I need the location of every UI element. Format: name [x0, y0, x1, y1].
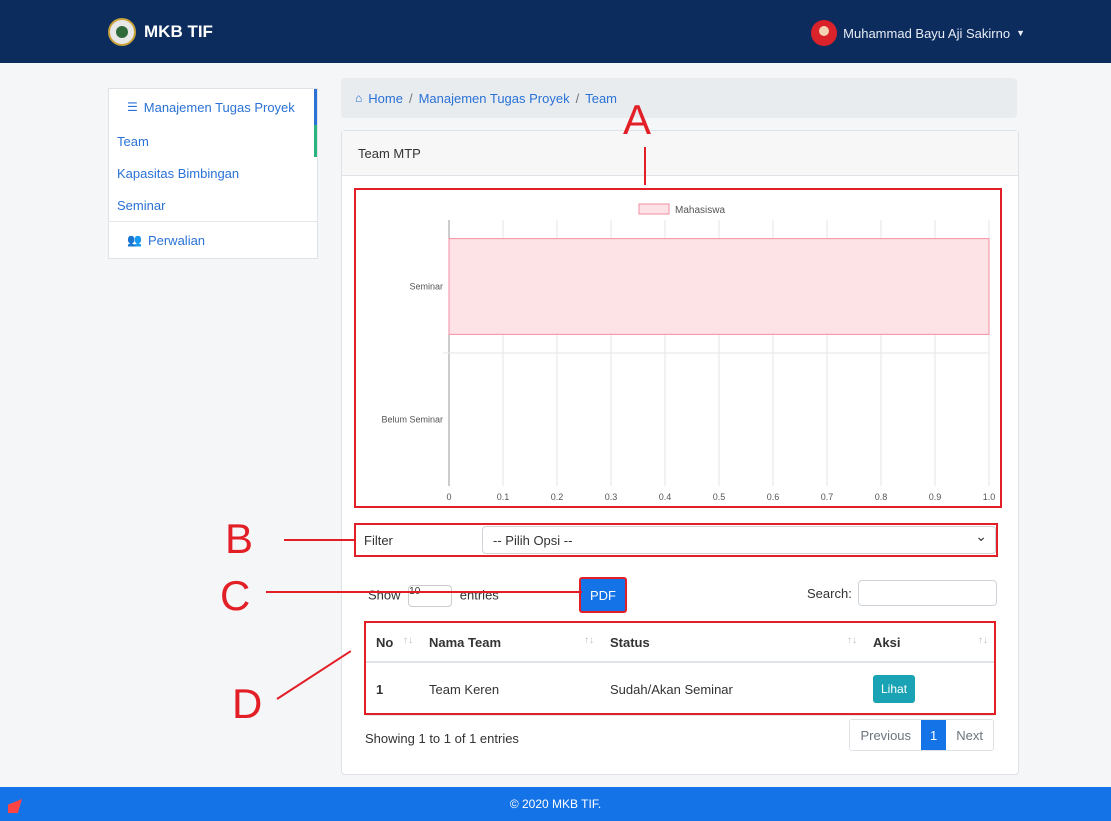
breadcrumb-home[interactable]: Home: [368, 91, 403, 106]
sidebar-item-team[interactable]: Team: [109, 125, 317, 157]
users-icon: 👥: [127, 233, 142, 247]
breadcrumb-separator: /: [575, 90, 580, 106]
x-tick-label: 0.8: [875, 492, 888, 502]
sidebar-item-label: Team: [117, 133, 149, 149]
filter-select[interactable]: -- Pilih Opsi --: [482, 526, 996, 554]
brand[interactable]: MKB TIF: [108, 18, 213, 46]
cell-aksi: Lihat: [863, 662, 994, 716]
entries-select[interactable]: 10: [408, 585, 453, 607]
cell-no: 1: [366, 662, 419, 716]
header-no[interactable]: No ↑↓: [366, 623, 419, 663]
sidebar: ☰ Manajemen Tugas Proyek Team Kapasitas …: [108, 88, 318, 259]
sidebar-item-kapasitas[interactable]: Kapasitas Bimbingan: [109, 157, 317, 189]
top-navbar: MKB TIF Muhammad Bayu Aji Sakirno ▼: [0, 0, 1111, 63]
search-box: Search:: [807, 580, 997, 606]
search-input[interactable]: [857, 580, 997, 606]
sidebar-item-seminar[interactable]: Seminar: [109, 189, 317, 221]
user-menu[interactable]: Muhammad Bayu Aji Sakirno ▼: [811, 20, 1025, 46]
show-prefix: Show: [368, 587, 401, 603]
lihat-button[interactable]: Lihat: [873, 675, 916, 703]
x-tick-label: 0.7: [821, 492, 834, 502]
user-name: Muhammad Bayu Aji Sakirno: [843, 25, 1011, 41]
university-logo-icon: [108, 18, 136, 46]
table-header-row: No ↑↓ Nama Team ↑↓ Status ↑↓ Aksi ↑↓: [366, 623, 994, 663]
annotation-b: B: [225, 515, 254, 562]
breadcrumb: ⌂ Home / Manajemen Tugas Proyek / Team: [341, 78, 1017, 118]
annotation-line-c: [266, 591, 582, 593]
header-status[interactable]: Status ↑↓: [600, 623, 863, 663]
filter-label: Filter: [364, 532, 393, 548]
search-label: Search:: [807, 585, 852, 601]
user-avatar: [811, 20, 838, 46]
annotation-line-a: [644, 147, 646, 185]
header-label: Status: [610, 634, 650, 650]
brand-title: MKB TIF: [144, 22, 213, 41]
cell-nama-team: Team Keren: [419, 662, 600, 716]
sidebar-section-manajemen[interactable]: ☰ Manajemen Tugas Proyek: [109, 89, 317, 125]
x-tick-label: 0.1: [497, 492, 510, 502]
footer: © 2020 MKB TIF.: [0, 787, 1111, 821]
y-tick-label: Seminar: [409, 282, 443, 292]
chevron-down-icon: ▼: [1016, 28, 1025, 38]
footer-logo-icon: [8, 799, 22, 813]
sidebar-submenu: Team Kapasitas Bimbingan Seminar: [109, 125, 317, 221]
breadcrumb-manajemen[interactable]: Manajemen Tugas Proyek: [419, 91, 570, 106]
x-tick-label: 0.3: [605, 492, 618, 502]
x-tick-label: 0.9: [929, 492, 942, 502]
pagination-next[interactable]: Next: [946, 720, 993, 750]
x-tick-label: 0.6: [767, 492, 780, 502]
team-table: No ↑↓ Nama Team ↑↓ Status ↑↓ Aksi ↑↓ 1 Team …: [364, 621, 996, 716]
sort-icon: ↑↓: [847, 634, 857, 646]
header-label: Aksi: [873, 634, 901, 650]
annotation-a: A: [623, 96, 652, 143]
pagination: Previous 1 Next: [849, 719, 994, 751]
y-tick-label: Belum Seminar: [381, 415, 443, 425]
header-aksi[interactable]: Aksi ↑↓: [863, 623, 994, 663]
card-title: Team MTP: [342, 131, 1018, 176]
pagination-previous[interactable]: Previous: [850, 720, 922, 750]
annotation-d: D: [232, 680, 263, 727]
pdf-button[interactable]: PDF: [579, 577, 627, 613]
legend-swatch: [638, 203, 670, 215]
filter-row: Filter -- Pilih Opsi --: [354, 523, 998, 557]
entries-length: Show 10 entries: [368, 585, 499, 607]
x-tick-label: 0: [446, 492, 451, 502]
x-tick-label: 0.5: [713, 492, 726, 502]
tasks-icon: ☰: [127, 100, 138, 114]
x-tick-label: 0.4: [659, 492, 672, 502]
team-chart: Mahasiswa 0 0.1 0.2 0.3 0.4 0.5 0.6 0.7 0.8 0.9 1.0…: [381, 203, 996, 502]
x-tick-label: 0.2: [551, 492, 564, 502]
breadcrumb-team[interactable]: Team: [585, 91, 617, 106]
x-tick-label: 1.0: [983, 492, 996, 502]
show-suffix: entries: [459, 587, 499, 603]
sidebar-section-label: Manajemen Tugas Proyek: [143, 99, 295, 115]
team-card: Team MTP Mahasiswa 0 0.1 0.2 0.3 0.4 0.5 0.6 0.7…: [341, 130, 1019, 775]
bar: [448, 238, 990, 335]
pagination-page-1[interactable]: 1: [921, 720, 947, 750]
sort-icon: ↑↓: [978, 634, 988, 646]
cell-status: Sudah/Akan Seminar: [600, 662, 863, 716]
sidebar-item-perwalian[interactable]: 👥 Perwalian: [109, 221, 317, 258]
sidebar-item-label: Seminar: [117, 197, 166, 213]
table-info: Showing 1 to 1 of 1 entries: [365, 731, 519, 746]
legend-label: Mahasiswa: [675, 205, 725, 216]
header-label: No: [376, 634, 394, 650]
footer-text: © 2020 MKB TIF.: [509, 797, 602, 811]
home-icon: ⌂: [355, 91, 363, 105]
breadcrumb-separator: /: [408, 90, 413, 106]
annotation-c: C: [220, 572, 251, 619]
sidebar-item-label: Perwalian: [147, 232, 206, 248]
header-nama-team[interactable]: Nama Team ↑↓: [419, 623, 600, 663]
chart-container: Mahasiswa 0 0.1 0.2 0.3 0.4 0.5 0.6 0.7 0.8 0.9 1.0…: [354, 188, 1002, 508]
header-label: Nama Team: [429, 634, 502, 650]
table-row: 1 Team Keren Sudah/Akan Seminar Lihat: [366, 662, 994, 716]
annotation-line-b: [284, 539, 354, 541]
sort-icon: ↑↓: [584, 634, 594, 646]
sidebar-item-label: Kapasitas Bimbingan: [117, 165, 240, 181]
sort-icon: ↑↓: [403, 634, 413, 646]
